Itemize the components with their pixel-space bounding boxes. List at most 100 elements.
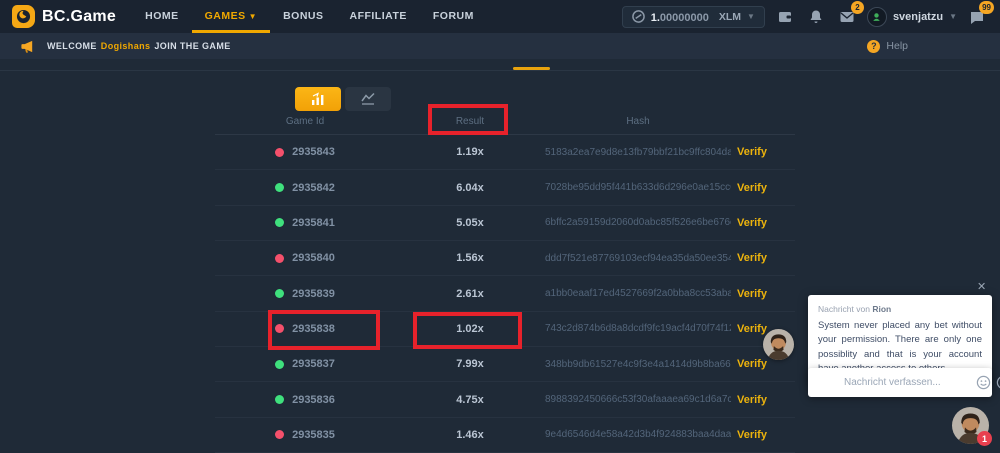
message-sender: Rion [872,304,891,314]
result-value: 4.75x [395,394,545,406]
game-id-value: 2935838 [292,323,335,335]
nav-item-home[interactable]: HOME [132,0,192,33]
coin-icon [632,10,645,23]
table-header-row: Game Id Result Hash [215,108,795,135]
table-row: 2935836 4.75x 8988392450666c53f30afaaaea… [215,382,795,417]
verify-link[interactable]: Verify [731,394,795,406]
verify-link[interactable]: Verify [731,182,795,194]
active-tab-indicator [513,67,550,70]
result-value: 1.46x [395,429,545,441]
chat-unread-badge: 1 [977,431,992,446]
hash-value: 5183a2ea7e9d8e13fb79bbf21bc9ffc804dada4a… [545,147,731,158]
status-dot-icon [275,289,284,298]
game-id-cell: 2935840 [215,252,395,264]
notifications-button[interactable] [805,6,827,28]
chevron-down-icon: ▼ [949,12,957,21]
bc-game-logo-icon [12,5,35,28]
hash-value: 6bffc2a59159d2060d0abc85f526e6be676e5590… [545,217,731,228]
chat-sender-avatar[interactable] [763,329,794,360]
game-id-value: 2935839 [292,288,335,300]
balance-amount: 1.00000000 [651,8,709,26]
question-mark-icon: ? [867,40,880,53]
column-header-hash: Hash [545,116,731,127]
wallet-icon [777,9,793,25]
balance-selector[interactable]: 1.00000000 XLM ▼ [622,6,765,28]
messages-button[interactable]: 2 [836,6,858,28]
column-header-result: Result [395,116,545,127]
table-row: 2935838 1.02x 743c2d874b6d8a8dcdf9fc19ac… [215,312,795,347]
verify-link[interactable]: Verify [731,252,795,264]
hash-value: 9e4d6546d4e58a42d3b4f924883baa4daac019ce… [545,429,731,440]
welcome-label: WELCOME [47,41,97,51]
hash-value: a1bb0eaaf17ed4527669f2a0bba8cc53abab26c6… [545,288,731,299]
nav-item-forum[interactable]: FORUM [420,0,487,33]
verify-link[interactable]: Verify [731,288,795,300]
chat-input-icons [976,375,1000,390]
status-dot-icon [275,148,284,157]
result-value: 7.99x [395,358,545,370]
game-id-cell: 2935837 [215,358,395,370]
megaphone-icon [20,39,35,54]
column-header-game-id: Game Id [215,116,395,127]
main-nav: HOMEGAMES▼BONUSAFFILIATEFORUM [132,0,487,33]
table-body: 2935843 1.19x 5183a2ea7e9d8e13fb79bbf21b… [215,135,795,453]
nav-item-games[interactable]: GAMES▼ [192,0,270,33]
game-id-cell: 2935835 [215,429,395,441]
brand-name: BC.Game [42,8,116,26]
game-id-value: 2935835 [292,429,335,441]
topbar-right: 1.00000000 XLM ▼ 2 svenjatzu ▼ 99 [622,6,988,28]
nav-item-bonus[interactable]: BONUS [270,0,336,33]
status-dot-icon [275,324,284,333]
nav-item-affiliate[interactable]: AFFILIATE [336,0,419,33]
brand-logo[interactable]: BC.Game [12,5,116,28]
table-row: 2935839 2.61x a1bb0eaaf17ed4527669f2a0bb… [215,276,795,311]
emoji-icon[interactable] [976,375,991,390]
verify-link[interactable]: Verify [731,358,795,370]
welcome-username[interactable]: Dogishans [101,41,151,51]
attachment-icon[interactable] [996,375,1000,390]
join-label: JOIN THE GAME [154,41,230,51]
result-value: 1.56x [395,252,545,264]
game-id-value: 2935837 [292,358,335,370]
chat-user-avatar[interactable]: 1 [952,407,989,444]
game-id-value: 2935842 [292,182,335,194]
game-id-value: 2935841 [292,217,335,229]
chevron-down-icon: ▼ [249,12,257,21]
status-dot-icon [275,218,284,227]
chat-badge: 99 [979,1,994,14]
verify-link[interactable]: Verify [731,429,795,441]
result-value: 6.04x [395,182,545,194]
game-history-table: Game Id Result Hash 2935843 1.19x 5183a2… [215,108,795,453]
result-value: 5.05x [395,217,545,229]
currency-label: XLM [719,11,741,23]
game-id-cell: 2935842 [215,182,395,194]
verify-link[interactable]: Verify [731,146,795,158]
mail-badge: 2 [851,1,864,14]
game-id-cell: 2935836 [215,394,395,406]
user-menu[interactable]: svenjatzu ▼ [867,7,957,27]
game-id-cell: 2935841 [215,217,395,229]
status-dot-icon [275,183,284,192]
hash-value: 7028be95dd95f441b633d6d296e0ae15cc6238dd… [545,182,731,193]
wallet-button[interactable] [774,6,796,28]
help-button[interactable]: ? Help [867,40,908,53]
user-avatar [867,7,887,27]
game-id-cell: 2935839 [215,288,395,300]
game-id-value: 2935843 [292,146,335,158]
table-row: 2935840 1.56x ddd7f521e87769103ecf94ea35… [215,241,795,276]
chat-message-input[interactable] [808,377,976,388]
game-id-value: 2935840 [292,252,335,264]
verify-link[interactable]: Verify [731,217,795,229]
status-dot-icon [275,360,284,369]
username: svenjatzu [893,11,943,23]
chat-input-bar [808,368,992,397]
chevron-down-icon: ▼ [747,12,755,21]
chat-close-icon[interactable]: ✕ [977,280,986,293]
welcome-banner: WELCOME Dogishans JOIN THE GAME ? Help [0,33,1000,59]
chat-toggle-button[interactable]: 99 [966,6,988,28]
hash-value: 348bb9db61527e4c9f3e4a1414d9b8ba66ce8970… [545,359,731,370]
hash-value: ddd7f521e87769103ecf94ea35da50ee354efd1c… [545,253,731,264]
hash-value: 743c2d874b6d8a8dcdf9fc19acf4d70f74f12a38… [545,323,731,334]
chat-message-meta: Nachricht von Rion [818,304,982,314]
line-chart-icon [360,92,376,106]
